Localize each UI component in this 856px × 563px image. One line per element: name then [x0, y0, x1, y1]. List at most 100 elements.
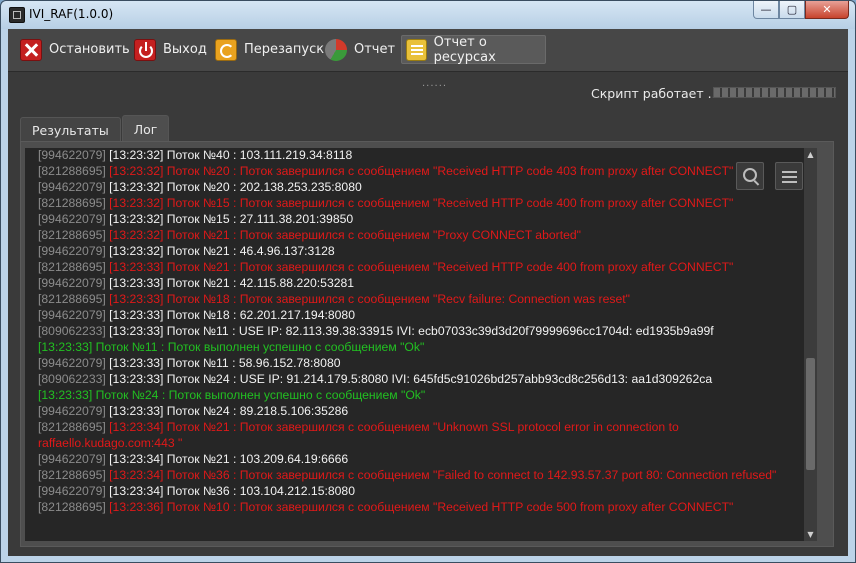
log-line: [994622079] [13:23:34] Поток №36 : 103.1… [38, 483, 801, 499]
log-view[interactable]: [994622079] [13:23:32] Поток №40 : 103.1… [25, 148, 805, 541]
log-lines: [994622079] [13:23:32] Поток №40 : 103.1… [38, 148, 801, 515]
resource-report-label: Отчет о ресурсах [433, 34, 496, 65]
log-line: [821288695] [13:23:36] Поток №10 : Поток… [38, 499, 801, 515]
scroll-down-button[interactable]: ▼ [804, 528, 817, 541]
close-button[interactable]: ✕ [805, 1, 849, 19]
log-line-pid: [994622079] [38, 148, 106, 162]
log-line: [994622079] [13:23:32] Поток №20 : 202.1… [38, 179, 801, 195]
restart-button[interactable]: Перезапуск [211, 35, 324, 64]
log-line-pid: [994622079] [38, 212, 106, 226]
log-line-pid: [821288695] [38, 468, 106, 482]
scroll-thumb[interactable] [806, 358, 815, 470]
progress-fill [714, 88, 835, 97]
log-line-pid: [994622079] [38, 452, 106, 466]
maximize-button[interactable]: ▢ [779, 1, 805, 19]
log-line-text: [13:23:33] Поток №18 : Поток завершился … [105, 292, 630, 306]
app-icon [9, 7, 25, 23]
tab-bar: Результаты Лог [20, 115, 170, 142]
log-line-pid: [821288695] [38, 196, 106, 210]
log-line-text: [13:23:33] Поток №21 : Поток завершился … [105, 260, 734, 274]
log-line-pid: [994622079] [38, 308, 106, 322]
window-controls: — ▢ ✕ [753, 1, 849, 21]
progress-bar [713, 87, 836, 98]
log-line-pid: [994622079] [38, 276, 106, 290]
log-line-text: [13:23:34] Поток №21 : 103.209.64.19:666… [105, 452, 349, 466]
report-button[interactable]: Отчет [321, 35, 395, 64]
stop-label: Остановить [49, 42, 130, 57]
list-icon [406, 38, 427, 61]
tab-results[interactable]: Результаты [20, 117, 121, 142]
log-line-text: [13:23:33] Поток №18 : 62.201.217.194:80… [105, 308, 355, 322]
log-line-pid: [821288695] [38, 260, 106, 274]
tab-log[interactable]: Лог [121, 115, 170, 142]
log-search-button[interactable] [736, 162, 764, 190]
log-line-pid: [821288695] [38, 164, 106, 178]
log-line-text: [13:23:32] Поток №15 : Поток завершился … [105, 196, 734, 210]
log-line-pid: [994622079] [38, 180, 106, 194]
log-line: [821288695] [13:23:32] Поток №15 : Поток… [38, 195, 801, 211]
log-line: [994622079] [13:23:34] Поток №21 : 103.2… [38, 451, 801, 467]
log-line: [821288695] [13:23:34] Поток №36 : Поток… [38, 467, 801, 483]
log-line: [821288695] [13:23:32] Поток №20 : Поток… [38, 163, 801, 179]
scroll-up-button[interactable]: ▲ [804, 148, 817, 161]
log-menu-button[interactable] [775, 162, 803, 190]
log-line: [809062233] [13:23:33] Поток №11 : USE I… [38, 323, 801, 339]
log-line-text: [13:23:33] Поток №24 : 89.218.5.106:3528… [105, 404, 349, 418]
log-line: [994622079] [13:23:33] Поток №24 : 89.21… [38, 403, 801, 419]
log-line: [13:23:33] Поток №24 : Поток выполнен ус… [38, 387, 801, 403]
pie-chart-icon [325, 38, 347, 61]
log-line: [994622079] [13:23:33] Поток №18 : 62.20… [38, 307, 801, 323]
log-line-pid: [821288695] [38, 420, 106, 434]
log-line: [994622079] [13:23:32] Поток №15 : 27.11… [38, 211, 801, 227]
log-line-pid: [994622079] [38, 404, 106, 418]
window-title: IVI_RAF(1.0.0) [29, 7, 114, 21]
log-line-text: [13:23:33] Поток №11 : USE IP: 82.113.39… [105, 324, 714, 338]
log-line: [821288695] [13:23:34] Поток №21 : Поток… [38, 419, 801, 451]
log-line-pid: [994622079] [38, 484, 106, 498]
title-bar[interactable]: IVI_RAF(1.0.0) — ▢ ✕ [1, 1, 855, 29]
app-window: IVI_RAF(1.0.0) — ▢ ✕ Остановить Выход Пе… [0, 0, 856, 563]
log-line: [821288695] [13:23:33] Поток №18 : Поток… [38, 291, 801, 307]
log-line-pid: [821288695] [38, 228, 106, 242]
log-line-pid: [821288695] [38, 292, 106, 306]
restart-label: Перезапуск [244, 42, 325, 57]
log-line-text: [13:23:33] Поток №11 : 58.96.152.78:8080 [105, 356, 341, 370]
log-line: [994622079] [13:23:33] Поток №11 : 58.96… [38, 355, 801, 371]
log-line-text: [13:23:32] Поток №21 : 46.4.96.137:3128 [105, 244, 335, 258]
log-line: [809062233] [13:23:33] Поток №24 : USE I… [38, 371, 801, 387]
log-line: [994622079] [13:23:32] Поток №40 : 103.1… [38, 148, 801, 163]
log-line-pid: [994622079] [38, 244, 106, 258]
resource-report-button[interactable]: Отчет о ресурсах [401, 34, 546, 65]
report-label: Отчет [354, 42, 396, 57]
log-scrollbar[interactable]: ▲ ▼ [804, 148, 817, 541]
log-line-text: [13:23:33] Поток №11 : Поток выполнен ус… [38, 340, 425, 354]
splitter-handle[interactable]: ...... [422, 78, 447, 89]
exit-button[interactable]: Выход [130, 35, 207, 64]
exit-label: Выход [163, 42, 207, 57]
stop-button[interactable]: Остановить [16, 35, 130, 64]
minimize-button[interactable]: — [753, 1, 779, 19]
log-line-text: [13:23:32] Поток №21 : Поток завершился … [105, 228, 581, 242]
search-icon [743, 168, 757, 182]
log-line-text: [13:23:36] Поток №10 : Поток завершился … [105, 500, 734, 514]
log-line-text: [13:23:34] Поток №21 : Поток завершился … [38, 420, 683, 450]
status-text: Скрипт работает ... [591, 86, 720, 101]
log-line-text: [13:23:34] Поток №36 : 103.104.212.15:80… [105, 484, 355, 498]
log-line-text: [13:23:34] Поток №36 : Поток завершился … [105, 468, 777, 482]
stop-icon [20, 38, 42, 61]
log-line-text: [13:23:33] Поток №21 : 42.115.88.220:532… [105, 276, 355, 290]
log-line-pid: [994622079] [38, 356, 106, 370]
log-line: [821288695] [13:23:32] Поток №21 : Поток… [38, 227, 801, 243]
toolbar: Остановить Выход Перезапуск Отчет Отчет … [8, 29, 848, 72]
log-line-pid: [821288695] [38, 500, 106, 514]
log-line-text: [13:23:32] Поток №15 : 27.111.38.201:398… [105, 212, 354, 226]
restart-icon [215, 38, 237, 61]
client-area: Остановить Выход Перезапуск Отчет Отчет … [8, 29, 848, 556]
log-line-text: [13:23:32] Поток №40 : 103.111.219.34:81… [105, 148, 353, 162]
log-line-text: [13:23:33] Поток №24 : USE IP: 91.214.17… [105, 372, 713, 386]
log-line-text: [13:23:32] Поток №20 : 202.138.253.235:8… [105, 180, 362, 194]
power-icon [134, 38, 156, 61]
log-line: [13:23:33] Поток №11 : Поток выполнен ус… [38, 339, 801, 355]
log-line-pid: [809062233] [38, 324, 106, 338]
log-line-text: [13:23:32] Поток №20 : Поток завершился … [105, 164, 734, 178]
